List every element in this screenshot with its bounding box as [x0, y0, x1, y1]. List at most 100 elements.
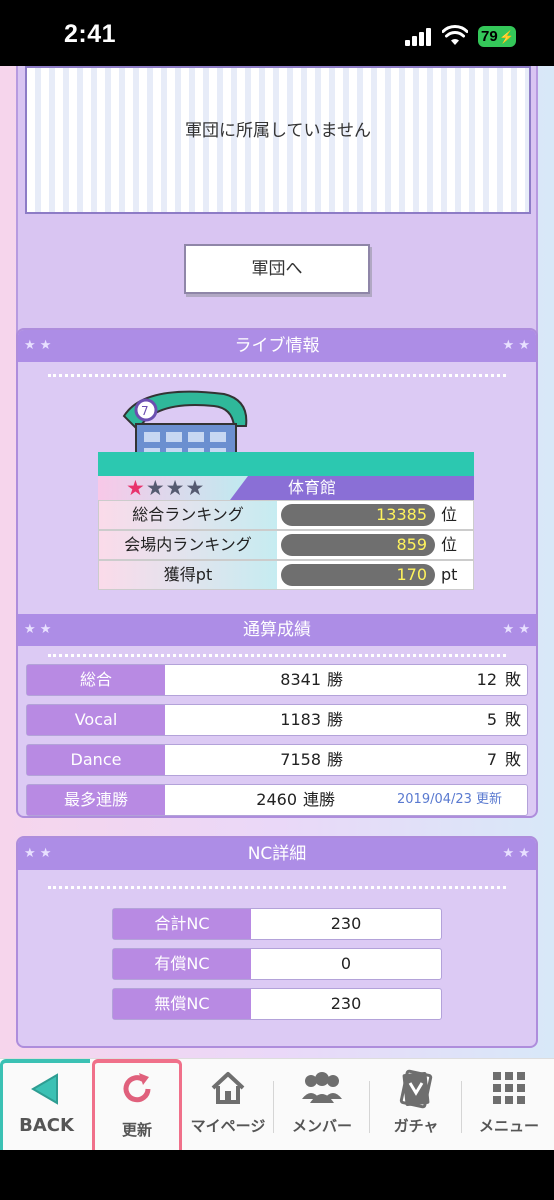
nc-row: 有償NC 0: [112, 948, 442, 980]
ranking-unit: 位: [441, 505, 458, 524]
gacha-label: ガチャ: [393, 1117, 439, 1135]
battery-indicator: 79 ⚡: [478, 26, 516, 47]
ranking-row: 会場内ランキング 859 位: [98, 530, 474, 560]
svg-text:7: 7: [141, 404, 149, 418]
venue-row: ★★★★ 体育館: [98, 476, 474, 500]
nav-separator: [273, 1081, 274, 1133]
mypage-label: マイページ: [190, 1117, 266, 1135]
star-decoration-icon: ★ ★: [502, 338, 530, 353]
guild-status-box: 軍団に所属していません: [25, 66, 531, 214]
nc-detail-title: NC詳細: [247, 844, 307, 864]
live-info-header: ★ ★ ライブ情報 ★ ★: [18, 330, 536, 362]
gacha-card-icon: [399, 1069, 433, 1109]
charging-bolt-icon: ⚡: [499, 30, 514, 44]
wins-value: 7158: [280, 750, 321, 769]
menu-button[interactable]: メニュー: [464, 1059, 554, 1151]
nc-label: 有償NC: [113, 949, 251, 979]
guild-status-message: 軍団に所属していません: [185, 121, 371, 141]
wins-value: 8341: [280, 670, 321, 689]
record-row: Dance 7158 勝 7 敗: [26, 744, 528, 776]
battery-level: 79: [481, 28, 498, 45]
venue-banner: [98, 452, 474, 476]
star-decoration-icon: ★ ★: [502, 846, 530, 861]
dotted-divider: [48, 374, 506, 377]
win-streak-updated: 2019/04/23 更新: [397, 792, 503, 807]
star-decoration-icon: ★ ★: [24, 622, 52, 637]
ranking-value: 859: [281, 534, 435, 556]
members-button[interactable]: メンバー: [276, 1059, 368, 1151]
record-header: ★ ★ 通算成績 ★ ★: [18, 614, 536, 646]
star-decoration-icon: ★ ★: [502, 622, 530, 637]
nc-row: 無償NC 230: [112, 988, 442, 1020]
back-arrow-icon: [30, 1073, 58, 1105]
wins-value: 1183: [280, 710, 321, 729]
back-label: BACK: [19, 1115, 74, 1136]
venue-rating: ★★★★: [98, 476, 248, 500]
nc-row: 合計NC 230: [112, 908, 442, 940]
losses-value: 12: [476, 670, 497, 689]
wins-unit: 勝: [327, 710, 344, 729]
nc-value: 0: [340, 954, 352, 973]
ranking-row: 獲得pt 170 pt: [98, 560, 474, 590]
nc-label: 合計NC: [113, 909, 251, 939]
dotted-divider: [48, 654, 506, 657]
cellular-signal-icon: [405, 28, 433, 46]
win-streak-value: 2460: [256, 790, 297, 809]
ranking-unit: 位: [441, 535, 458, 554]
wifi-icon: [442, 25, 468, 45]
nc-value: 230: [330, 914, 362, 933]
star-decoration-icon: ★ ★: [24, 846, 52, 861]
nc-detail-header: ★ ★ NC詳細 ★ ★: [18, 838, 536, 870]
refresh-label: 更新: [121, 1121, 152, 1139]
nc-detail-panel: ★ ★ NC詳細 ★ ★ 合計NC 230 有償NC 0 無償NC 230: [16, 836, 538, 1048]
record-row: Vocal 1183 勝 5 敗: [26, 704, 528, 736]
losses-value: 5: [486, 710, 497, 729]
star-empty-icon: ★★★: [145, 476, 206, 500]
losses-unit: 敗: [505, 750, 522, 769]
record-row: 総合 8341 勝 12 敗: [26, 664, 528, 696]
members-label: メンバー: [291, 1117, 352, 1135]
wins-unit: 勝: [327, 750, 344, 769]
losses-value: 7: [486, 750, 497, 769]
nc-label: 無償NC: [113, 989, 251, 1019]
win-streak-row: 最多連勝 2460 連勝 2019/04/23 更新: [26, 784, 528, 816]
nav-separator: [461, 1081, 462, 1133]
ranking-label: 獲得pt: [99, 561, 277, 589]
refresh-icon: [123, 1073, 151, 1103]
nc-value: 230: [330, 994, 362, 1013]
ranking-value: 13385: [281, 504, 435, 526]
bottom-navigation: BACK 更新 マイページ メンバー ガチャ メニュー: [0, 1058, 554, 1151]
wins-unit: 勝: [327, 670, 344, 689]
record-label: 総合: [27, 665, 165, 695]
main-content[interactable]: 軍団に所属していません 軍団へ ★ ★ ライブ情報 ★ ★ 7 ★★★★ 体育館…: [0, 66, 554, 1058]
ranking-label: 総合ランキング: [99, 501, 277, 529]
win-streak-unit: 連勝: [303, 790, 336, 809]
record-label: Vocal: [27, 705, 165, 735]
star-filled-icon: ★: [126, 476, 146, 500]
back-button[interactable]: BACK: [0, 1059, 90, 1151]
home-indicator-area: [0, 1150, 554, 1200]
mypage-button[interactable]: マイページ: [184, 1059, 272, 1151]
guild-button[interactable]: 軍団へ: [184, 244, 370, 294]
menu-grid-icon: [493, 1072, 525, 1104]
live-info-title: ライブ情報: [234, 336, 320, 356]
star-decoration-icon: ★ ★: [24, 338, 52, 353]
gacha-button[interactable]: ガチャ: [372, 1059, 460, 1151]
refresh-button[interactable]: 更新: [92, 1059, 182, 1151]
venue-name: 体育館: [288, 478, 337, 497]
record-label: Dance: [27, 745, 165, 775]
clock: 2:41: [64, 20, 117, 48]
nav-separator: [369, 1081, 370, 1133]
ranking-label: 会場内ランキング: [99, 531, 277, 559]
dotted-divider: [48, 886, 506, 889]
live-info-panel: ★ ★ ライブ情報 ★ ★ 7 ★★★★ 体育館 総合ランキング 13385 位: [16, 328, 538, 818]
record-title: 通算成績: [243, 620, 311, 640]
home-icon: [211, 1072, 245, 1104]
menu-label: メニュー: [478, 1117, 539, 1135]
ranking-row: 総合ランキング 13385 位: [98, 500, 474, 530]
members-icon: [302, 1072, 342, 1103]
losses-unit: 敗: [505, 670, 522, 689]
win-streak-label: 最多連勝: [27, 785, 165, 815]
ranking-value: 170: [281, 564, 435, 586]
status-bar: 2:41 79 ⚡: [0, 0, 554, 66]
